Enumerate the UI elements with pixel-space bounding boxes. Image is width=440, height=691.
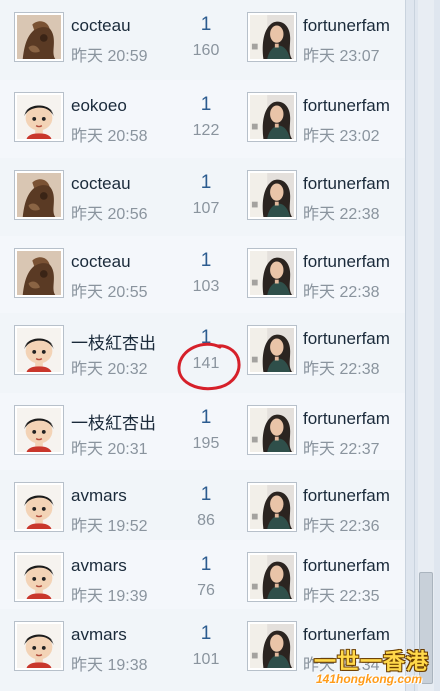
last-poster-link[interactable]: fortunerfam (303, 486, 405, 506)
cartoon-boy-avatar-icon[interactable] (14, 92, 64, 142)
post-time: 昨天 20:55 (71, 284, 148, 301)
author-name-link[interactable]: avmars (71, 625, 127, 645)
reply-count[interactable]: 1 (186, 554, 226, 576)
woman-photo-avatar-icon[interactable] (247, 248, 297, 298)
view-count: 101 (192, 651, 220, 668)
thread-row[interactable]: cocteau 昨天 20:56 1 107 fortunerfam 昨天 22:38 (0, 158, 405, 237)
last-post-time: 昨天 22:34 (303, 657, 380, 674)
last-post-time: 昨天 22:38 (303, 361, 380, 378)
post-time: 昨天 20:32 (71, 361, 148, 378)
last-poster-link[interactable]: fortunerfam (303, 252, 405, 272)
cartoon-boy-avatar-icon[interactable] (14, 482, 64, 532)
scrollbar-thumb[interactable] (419, 572, 433, 684)
photo-avatar-icon[interactable] (14, 170, 64, 220)
author-name-link[interactable]: eokoeo (71, 96, 127, 116)
view-count: 76 (197, 582, 215, 599)
view-count: 86 (197, 512, 215, 529)
reply-count[interactable]: 1 (186, 94, 226, 116)
post-time: 昨天 20:31 (71, 441, 148, 458)
thread-list: cocteau 昨天 20:59 1 160 fortunerfam 昨天 23:07 eo… (0, 0, 406, 691)
post-time: 昨天 20:56 (71, 206, 148, 223)
post-time: 昨天 19:39 (71, 588, 148, 605)
post-time: 昨天 20:59 (71, 48, 148, 65)
last-post-time: 昨天 22:38 (303, 206, 380, 223)
last-post-time: 昨天 22:36 (303, 518, 380, 535)
thread-row[interactable]: cocteau 昨天 20:59 1 160 fortunerfam 昨天 23:07 (0, 0, 405, 81)
author-name-link[interactable]: avmars (71, 486, 127, 506)
reply-count[interactable]: 1 (186, 623, 226, 645)
reply-count[interactable]: 1 (186, 172, 226, 194)
last-post-time: 昨天 22:35 (303, 588, 380, 605)
photo-avatar-icon[interactable] (14, 12, 64, 62)
woman-photo-avatar-icon[interactable] (247, 92, 297, 142)
last-post-time: 昨天 22:37 (303, 441, 380, 458)
last-poster-link[interactable]: fortunerfam (303, 16, 405, 36)
thread-row[interactable]: 一枝紅杏出昨天 20:32 1 141 fortunerfam 昨天 22:38 (0, 313, 405, 394)
woman-photo-avatar-icon[interactable] (247, 12, 297, 62)
woman-photo-avatar-icon[interactable] (247, 405, 297, 455)
thread-row[interactable]: cocteau 昨天 20:55 1 103 fortunerfam 昨天 22:38 (0, 236, 405, 314)
view-count: 103 (192, 278, 220, 295)
reply-count[interactable]: 1 (186, 327, 226, 349)
cartoon-boy-avatar-icon[interactable] (14, 621, 64, 671)
view-count: 160 (192, 42, 220, 59)
thread-row[interactable]: avmars 昨天 19:38 1 101 fortunerfam 昨天 22:34 (0, 609, 405, 691)
post-time: 昨天 20:58 (71, 128, 148, 145)
last-post-time: 昨天 23:02 (303, 128, 380, 145)
photo-avatar-icon[interactable] (14, 248, 64, 298)
view-count: 141 (192, 355, 220, 372)
author-name-link[interactable]: 一枝紅杏出 (71, 329, 156, 354)
cartoon-boy-avatar-icon[interactable] (14, 405, 64, 455)
reply-count[interactable]: 1 (186, 250, 226, 272)
last-poster-link[interactable]: fortunerfam (303, 329, 405, 349)
woman-photo-avatar-icon[interactable] (247, 552, 297, 602)
woman-photo-avatar-icon[interactable] (247, 170, 297, 220)
post-time: 昨天 19:52 (71, 518, 148, 535)
last-post-time: 昨天 22:38 (303, 284, 380, 301)
woman-photo-avatar-icon[interactable] (247, 482, 297, 532)
last-poster-link[interactable]: fortunerfam (303, 556, 405, 576)
author-name-link[interactable]: cocteau (71, 252, 131, 272)
view-count: 107 (192, 200, 220, 217)
thread-row[interactable]: eokoeo 昨天 20:58 1 122 fortunerfam 昨天 23:02 (0, 80, 405, 159)
view-count: 122 (192, 122, 220, 139)
last-poster-link[interactable]: fortunerfam (303, 625, 405, 645)
thread-row[interactable]: 一枝紅杏出昨天 20:31 1 195 fortunerfam 昨天 22:37 (0, 393, 405, 471)
thread-row[interactable]: avmars 昨天 19:52 1 86 fortunerfam 昨天 22:36 (0, 470, 405, 541)
author-name-link[interactable]: cocteau (71, 16, 131, 36)
woman-photo-avatar-icon[interactable] (247, 621, 297, 671)
last-poster-link[interactable]: fortunerfam (303, 174, 405, 194)
last-post-time: 昨天 23:07 (303, 48, 380, 65)
reply-count[interactable]: 1 (186, 407, 226, 429)
reply-count[interactable]: 1 (186, 14, 226, 36)
post-time: 昨天 19:38 (71, 657, 148, 674)
author-name-link[interactable]: 一枝紅杏出 (71, 409, 156, 434)
view-count: 195 (192, 435, 220, 452)
last-poster-link[interactable]: fortunerfam (303, 96, 405, 116)
thread-row[interactable]: avmars 昨天 19:39 1 76 fortunerfam 昨天 22:35 (0, 540, 405, 610)
author-name-link[interactable]: cocteau (71, 174, 131, 194)
woman-photo-avatar-icon[interactable] (247, 325, 297, 375)
last-poster-link[interactable]: fortunerfam (303, 409, 405, 429)
cartoon-boy-avatar-icon[interactable] (14, 552, 64, 602)
reply-count[interactable]: 1 (186, 484, 226, 506)
author-name-link[interactable]: avmars (71, 556, 127, 576)
cartoon-boy-avatar-icon[interactable] (14, 325, 64, 375)
